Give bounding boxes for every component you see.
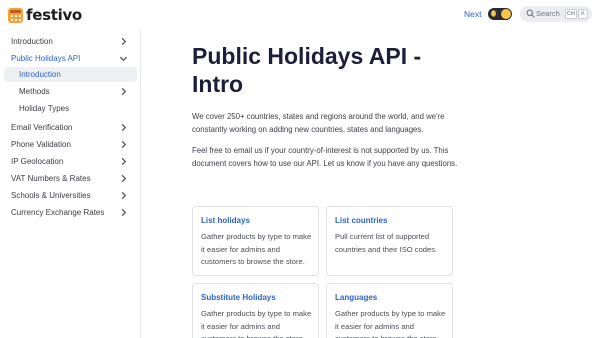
sidebar-item-phone-validation[interactable]: Phone Validation (4, 137, 137, 152)
card-title[interactable]: List countries (335, 216, 387, 225)
chevron-right-icon[interactable] (119, 191, 128, 200)
sidebar-item-vat-numbers-rates[interactable]: VAT Numbers & Rates (4, 171, 137, 186)
sidebar-item-schools-universities[interactable]: Schools & Universities (4, 188, 137, 203)
page-title: Public Holidays API - Intro (192, 43, 422, 97)
sidebar-item-email-verification[interactable]: Email Verification (4, 120, 137, 135)
sidebar-item-ip-geolocation[interactable]: IP Geolocation (4, 154, 137, 169)
card-description: Pull current list of supported countries… (335, 232, 438, 254)
main-content: Public Holidays API - Intro We cover 250… (141, 30, 600, 338)
sidebar: Introduction Public Holidays API Introdu… (0, 30, 141, 338)
sidebar-item-introduction[interactable]: Introduction (4, 34, 137, 49)
search-button[interactable]: Search Ctrl K (520, 6, 592, 22)
card-title[interactable]: Substitute Holidays (201, 293, 276, 302)
sidebar-subitem-methods[interactable]: Methods (4, 84, 137, 99)
card-description: Gather products by type to make it easie… (201, 309, 312, 338)
search-placeholder: Search (536, 9, 560, 18)
sidebar-item-label: Methods (19, 87, 50, 96)
card-description: Gather products by type to make it easie… (335, 309, 446, 338)
chevron-right-icon[interactable] (119, 87, 128, 96)
theme-toggle[interactable] (488, 8, 512, 20)
sidebar-item-label: Introduction (11, 37, 53, 46)
card-list-countries[interactable]: List countries Pull current list of supp… (326, 206, 453, 276)
sidebar-item-label: Schools & Universities (11, 191, 91, 200)
keyboard-key-ctrl: Ctrl (565, 9, 577, 19)
chevron-right-icon[interactable] (119, 37, 128, 46)
sidebar-item-label: Currency Exchange Rates (11, 208, 105, 217)
card-languages[interactable]: Languages Gather products by type to mak… (326, 283, 453, 338)
card-substitute-holidays[interactable]: Substitute Holidays Gather products by t… (192, 283, 319, 338)
card-description: Gather products by type to make it easie… (201, 232, 312, 266)
card-title[interactable]: Languages (335, 293, 377, 302)
chevron-right-icon[interactable] (119, 208, 128, 217)
chevron-right-icon[interactable] (119, 123, 128, 132)
calendar-logo-icon (8, 7, 23, 23)
next-link[interactable]: Next (464, 9, 481, 19)
sidebar-item-label: Phone Validation (11, 140, 71, 149)
sidebar-item-currency-exchange-rates[interactable]: Currency Exchange Rates (4, 205, 137, 220)
chevron-right-icon[interactable] (119, 174, 128, 183)
chevron-right-icon[interactable] (119, 140, 128, 149)
sidebar-subitem-holiday-types[interactable]: Holiday Types (4, 101, 137, 116)
chevron-down-icon[interactable] (119, 54, 128, 63)
sidebar-item-label: Holiday Types (19, 104, 70, 113)
search-icon (526, 9, 535, 18)
keyboard-key-k: K (578, 9, 588, 19)
top-navbar: festivo Next Search Ctrl K (0, 0, 600, 30)
sidebar-item-label: IP Geolocation (11, 157, 64, 166)
chevron-right-icon[interactable] (119, 157, 128, 166)
intro-paragraph: We cover 250+ countries, states and regi… (192, 112, 445, 134)
sidebar-item-label: Email Verification (11, 123, 73, 132)
sidebar-item-label: VAT Numbers & Rates (11, 174, 91, 183)
moon-icon (491, 10, 498, 17)
sidebar-subitem-introduction[interactable]: Introduction (4, 67, 137, 82)
contact-paragraph: Feel free to email us if your country-of… (192, 146, 458, 168)
sidebar-item-label: Public Holidays API (11, 54, 81, 63)
card-list-holidays[interactable]: List holidays Gather products by type to… (192, 206, 319, 276)
sidebar-item-public-holidays-api[interactable]: Public Holidays API (4, 51, 137, 66)
card-title[interactable]: List holidays (201, 216, 250, 225)
brand-name: festivo (26, 6, 82, 24)
sidebar-item-label: Introduction (19, 70, 61, 79)
sun-icon (501, 9, 511, 19)
logo[interactable]: festivo (8, 6, 82, 24)
